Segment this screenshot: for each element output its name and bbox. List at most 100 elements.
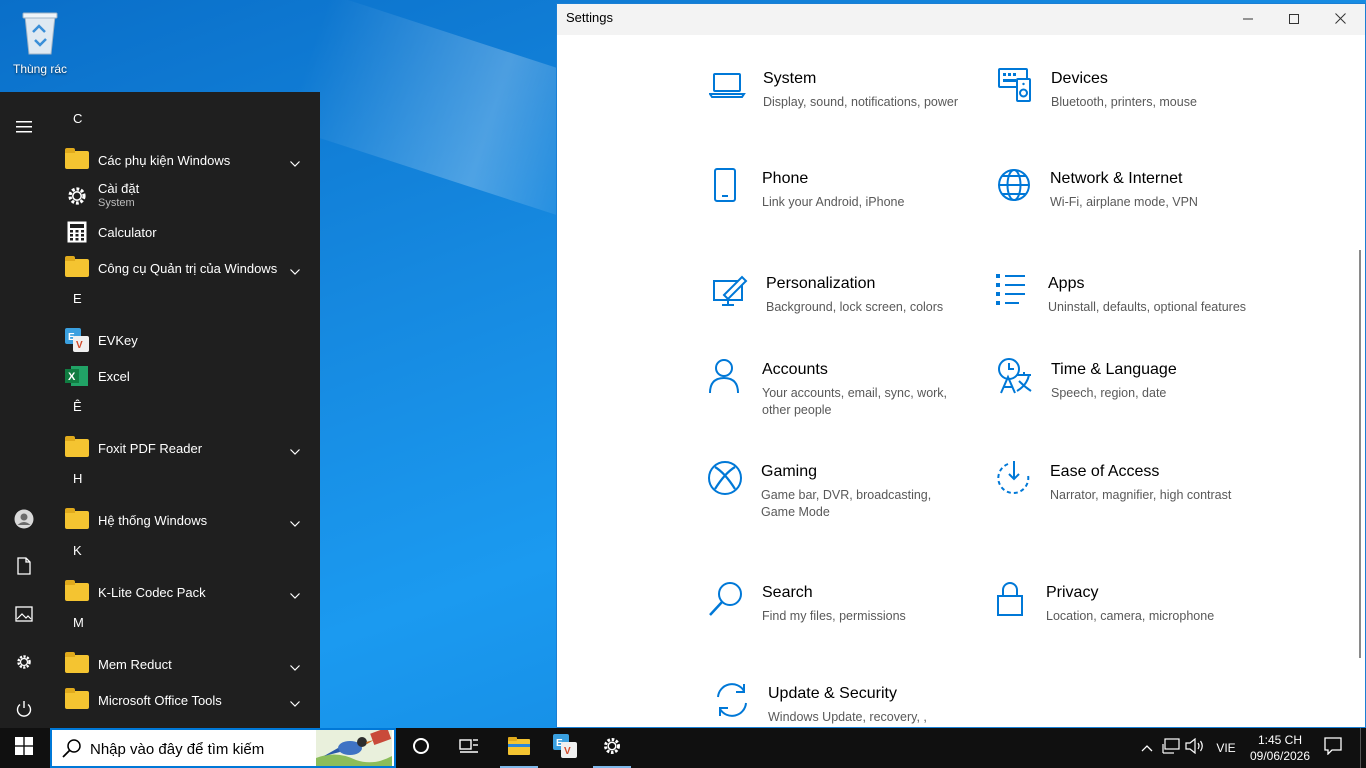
app-label: EVKey	[98, 332, 138, 348]
letter-header-e-circumflex[interactable]: Ê	[56, 394, 314, 430]
user-account-button[interactable]	[0, 501, 48, 541]
tile-ease-of-access[interactable]: Ease of Access Narrator, magnifier, high…	[996, 459, 1256, 539]
minimize-button[interactable]	[1225, 4, 1271, 35]
search-input[interactable]	[90, 738, 310, 760]
tile-title: Network & Internet	[1050, 170, 1183, 187]
action-center-button[interactable]	[1318, 728, 1348, 768]
chevron-down-icon[interactable]	[290, 262, 300, 280]
letter-header-c[interactable]: C	[56, 106, 314, 142]
excel-icon: X	[64, 363, 90, 389]
tile-description: Find my files, permissions	[762, 609, 906, 623]
windows-logo-icon	[15, 736, 33, 760]
folder-icon	[64, 651, 90, 677]
letter-header-e[interactable]: E	[56, 286, 314, 322]
recycle-bin-desktop-icon[interactable]: Thùng rác	[8, 8, 72, 76]
tile-time-language[interactable]: Time & Language Speech, region, date	[997, 357, 1257, 437]
clock-button[interactable]: 1:45 CH 09/06/2026	[1243, 728, 1317, 768]
tile-description: Wi-Fi, airplane mode, VPN	[1050, 195, 1198, 209]
chevron-down-icon[interactable]	[290, 694, 300, 712]
document-icon	[17, 556, 31, 580]
tile-gaming[interactable]: Gaming Game bar, DVR, broadcasting, Game…	[707, 459, 967, 539]
cortana-button[interactable]	[398, 728, 444, 768]
tile-title: Phone	[762, 170, 809, 187]
tile-search[interactable]: Search Find my files, permissions	[708, 580, 968, 660]
tile-description: Background, lock screen, colors	[766, 300, 944, 314]
settings-taskbar-button[interactable]	[589, 728, 635, 768]
close-button[interactable]	[1317, 4, 1363, 35]
app-item-calculator[interactable]: Calculator	[56, 214, 314, 250]
taskbar-search-box[interactable]	[50, 727, 396, 768]
app-item-foxit-pdf-reader[interactable]: Foxit PDF Reader	[56, 430, 314, 466]
evkey-taskbar-button[interactable]: EV	[542, 728, 588, 768]
chevron-down-icon[interactable]	[290, 154, 300, 172]
show-desktop-button[interactable]	[1360, 728, 1366, 768]
tile-personalization[interactable]: Personalization Background, lock screen,…	[712, 271, 972, 351]
language-indicator: VIE	[1216, 741, 1236, 755]
tile-title: Accounts	[762, 361, 828, 378]
tile-title: Devices	[1051, 70, 1108, 87]
network-tray-button[interactable]	[1158, 728, 1184, 768]
power-button[interactable]	[0, 691, 48, 731]
tile-devices[interactable]: Devices Bluetooth, printers, mouse	[997, 66, 1257, 146]
sync-icon	[714, 681, 754, 721]
chevron-down-icon[interactable]	[290, 658, 300, 676]
start-button[interactable]	[0, 728, 48, 768]
user-avatar-icon	[14, 509, 34, 534]
tile-title: Personalization	[766, 275, 876, 292]
svg-text:V: V	[564, 746, 571, 757]
input-language-button[interactable]: VIE	[1209, 728, 1243, 768]
evkey-icon: EV	[553, 733, 577, 763]
app-item-evkey[interactable]: EV EVKey	[56, 322, 314, 358]
tile-title: Update & Security	[768, 685, 897, 702]
tile-update-security[interactable]: Update & Security Windows Update, recove…	[714, 681, 974, 725]
tile-description: Display, sound, notifications, power	[763, 95, 959, 109]
chevron-down-icon[interactable]	[290, 586, 300, 604]
power-icon	[15, 700, 33, 723]
tile-apps[interactable]: Apps Uninstall, defaults, optional featu…	[994, 271, 1254, 351]
chevron-up-icon	[1141, 739, 1153, 757]
picture-icon	[15, 605, 33, 627]
maximize-button[interactable]	[1271, 4, 1317, 35]
app-label: Excel	[98, 368, 130, 384]
app-item-settings[interactable]: Cài đặt System	[56, 178, 314, 214]
documents-button[interactable]	[0, 548, 48, 588]
settings-scrollbar[interactable]	[1359, 250, 1361, 658]
tile-system[interactable]: System Display, sound, notifications, po…	[708, 66, 969, 146]
letter-header-k[interactable]: K	[56, 538, 314, 574]
tile-network-internet[interactable]: Network & Internet Wi-Fi, airplane mode,…	[996, 166, 1256, 246]
tile-description: Location, camera, microphone	[1046, 609, 1215, 623]
tile-accounts[interactable]: Accounts Your accounts, email, sync, wor…	[708, 357, 968, 437]
app-item-k-lite-codec-pack[interactable]: K-Lite Codec Pack	[56, 574, 314, 610]
ease-of-access-icon	[996, 459, 1036, 499]
show-hidden-icons-button[interactable]	[1136, 728, 1158, 768]
app-label: Calculator	[98, 224, 157, 240]
app-item-mem-reduct[interactable]: Mem Reduct	[56, 646, 314, 682]
tile-privacy[interactable]: Privacy Location, camera, microphone	[992, 580, 1252, 660]
chevron-down-icon[interactable]	[290, 514, 300, 532]
app-item-excel[interactable]: X Excel	[56, 358, 314, 394]
app-item-windows-accessories[interactable]: Các phụ kiện Windows	[56, 142, 314, 178]
file-explorer-taskbar-button[interactable]	[496, 728, 542, 768]
folder-icon	[64, 579, 90, 605]
app-item-microsoft-office-tools[interactable]: Microsoft Office Tools	[56, 682, 314, 718]
folder-icon	[64, 687, 90, 713]
letter-header-m[interactable]: M	[56, 610, 314, 646]
tile-title: System	[763, 70, 817, 87]
letter-header-h[interactable]: H	[56, 466, 314, 502]
app-item-windows-system[interactable]: Hệ thống Windows	[56, 502, 314, 538]
volume-tray-button[interactable]	[1183, 728, 1207, 768]
expand-menu-button[interactable]	[0, 109, 48, 149]
settings-titlebar[interactable]: Settings	[557, 4, 1365, 35]
app-label: Cài đặt	[98, 181, 140, 196]
close-icon	[1334, 11, 1346, 29]
folder-icon	[64, 507, 90, 533]
app-item-windows-admin-tools[interactable]: Công cụ Quản trị của Windows	[56, 250, 314, 286]
tile-phone[interactable]: Phone Link your Android, iPhone	[708, 166, 968, 246]
task-view-button[interactable]	[446, 728, 492, 768]
settings-rail-button[interactable]	[0, 644, 48, 684]
tile-description: Link your Android, iPhone	[762, 195, 905, 209]
app-sublabel: System	[98, 197, 135, 209]
pictures-button[interactable]	[0, 596, 48, 636]
chevron-down-icon[interactable]	[290, 442, 300, 460]
evkey-icon: EV	[64, 327, 90, 353]
